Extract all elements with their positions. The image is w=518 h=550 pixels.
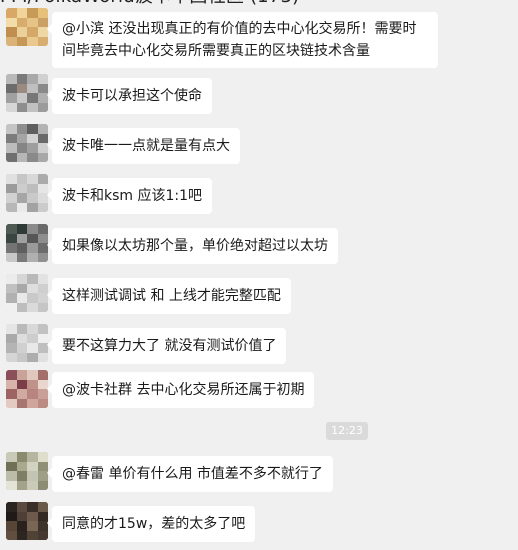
- time-divider: 12:23: [326, 422, 368, 440]
- chat-title: PPI/PolkaWorld波卡中国社区 (173): [0, 0, 518, 8]
- message-bubble: 要不这算力大了 就没有测试价值了: [46, 328, 287, 364]
- avatar[interactable]: [6, 324, 48, 362]
- avatar[interactable]: [6, 452, 48, 490]
- message-bubble: @波卡社群 去中心化交易所还属于初期: [46, 372, 315, 408]
- message-bubble: 如果像以太坊那个量，单价绝对超过以太坊: [47, 228, 338, 264]
- avatar[interactable]: [6, 8, 48, 46]
- avatar[interactable]: [6, 274, 48, 312]
- message-bubble: 波卡唯一一点就是量有点大: [47, 128, 240, 164]
- message-bubble: @春雷 单价有什么用 市值差不多不就行了: [47, 456, 333, 492]
- avatar[interactable]: [6, 124, 48, 162]
- message-bubble: 波卡和ksm 应该1:1吧: [46, 178, 213, 214]
- message-bubble: 波卡可以承担这个使命: [47, 78, 212, 114]
- avatar[interactable]: [6, 74, 48, 112]
- avatar[interactable]: [6, 502, 48, 540]
- message-bubble: 这样测试调试 和 上线才能完整匹配: [47, 278, 291, 314]
- message-bubble: @小滨 还没出现真正的有价值的去中心化交易所！需要时间毕竟去中心化交易所需要真正…: [47, 12, 438, 68]
- avatar[interactable]: [6, 370, 48, 408]
- avatar[interactable]: [6, 174, 48, 212]
- message-bubble: 同意的才15w，差的太多了吧: [46, 506, 256, 542]
- avatar[interactable]: [6, 224, 48, 262]
